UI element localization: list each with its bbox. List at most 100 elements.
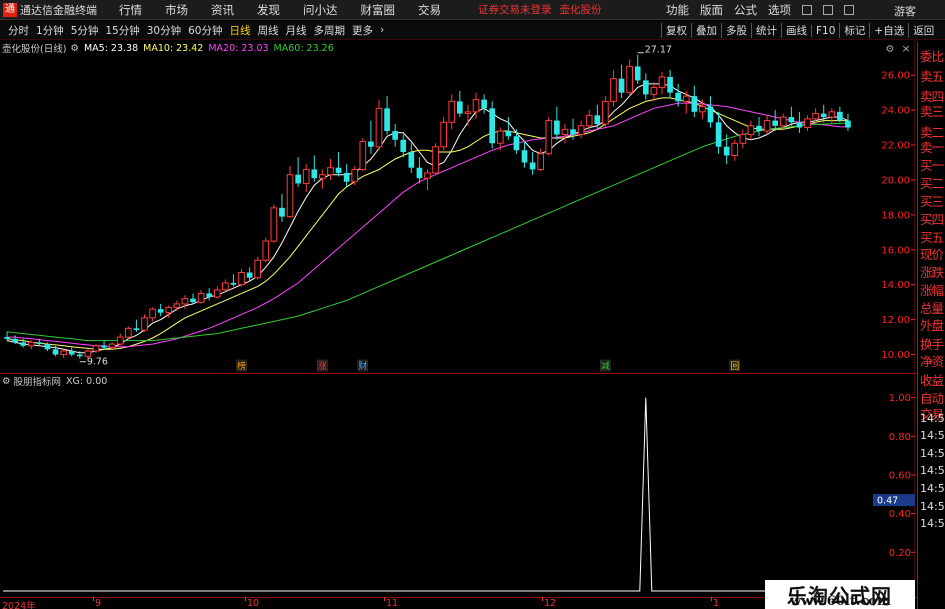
period-tab[interactable]: 1分钟 xyxy=(36,23,64,38)
candlestick[interactable] xyxy=(432,143,439,175)
menu-item-caifuquan[interactable]: 财富圈 xyxy=(361,2,396,18)
candlestick[interactable] xyxy=(642,73,649,100)
candlestick[interactable] xyxy=(699,99,706,119)
indicator-settings-icon[interactable]: ⚙ xyxy=(2,376,11,387)
event-marker[interactable]: 涨 xyxy=(317,359,328,372)
menu-item-hangqing[interactable]: 行情 xyxy=(119,2,142,18)
candlestick[interactable] xyxy=(384,96,390,135)
candlestick[interactable] xyxy=(327,158,334,180)
candlestick[interactable] xyxy=(375,99,383,151)
candlestick[interactable] xyxy=(262,237,270,262)
trade-login-notice[interactable]: 证券交易未登录 xyxy=(478,2,552,17)
candlestick[interactable] xyxy=(311,155,318,182)
period-tab[interactable]: 月线 xyxy=(286,23,307,38)
candlestick[interactable] xyxy=(101,340,107,350)
candlestick[interactable] xyxy=(190,293,196,304)
candlestick[interactable] xyxy=(286,165,294,219)
candlestick[interactable] xyxy=(594,104,601,130)
candlestick[interactable] xyxy=(319,169,326,189)
menu-item-gongshi[interactable]: 公式 xyxy=(734,2,757,18)
candlestick[interactable] xyxy=(440,117,448,151)
indicator-chart[interactable]: 0.20 0.40 0.60 0.80 1.00 0.47 xyxy=(0,374,915,596)
notice-stock-name[interactable]: 壶化股份 xyxy=(560,2,602,17)
candlestick[interactable] xyxy=(157,303,164,317)
close-icon[interactable] xyxy=(844,5,854,15)
candlestick[interactable] xyxy=(747,120,755,140)
candlestick[interactable] xyxy=(124,326,132,339)
candlestick[interactable] xyxy=(92,344,100,353)
tool-button[interactable]: 返回 xyxy=(908,23,938,38)
minimize-icon[interactable] xyxy=(802,5,812,15)
candlestick[interactable] xyxy=(197,289,205,304)
candlestick[interactable] xyxy=(521,141,528,168)
candlestick[interactable] xyxy=(206,288,213,301)
candlestick[interactable] xyxy=(222,279,229,292)
tool-button[interactable]: +自选 xyxy=(869,23,908,38)
chevron-right-icon[interactable]: › xyxy=(380,24,384,36)
candlestick[interactable] xyxy=(279,193,285,222)
candlestick[interactable] xyxy=(788,106,795,126)
candlestick[interactable] xyxy=(392,124,398,147)
candlestick[interactable] xyxy=(537,148,545,172)
candlestick[interactable] xyxy=(343,164,350,187)
period-tab[interactable]: 分时 xyxy=(8,23,29,38)
menu-item-shichang[interactable]: 市场 xyxy=(165,2,188,18)
candlestick[interactable] xyxy=(295,157,301,187)
candlestick[interactable] xyxy=(837,106,843,123)
candlestick[interactable] xyxy=(545,117,553,156)
candlestick[interactable] xyxy=(650,82,658,102)
candlestick[interactable] xyxy=(254,256,262,280)
period-tab[interactable]: 日线 xyxy=(230,23,251,38)
candlestick[interactable] xyxy=(60,349,67,359)
candlestick[interactable] xyxy=(707,96,714,128)
candlestick[interactable] xyxy=(731,139,739,161)
candlestick[interactable] xyxy=(610,69,617,107)
ma-line-ma10[interactable] xyxy=(6,97,848,350)
period-tab[interactable]: 15分钟 xyxy=(105,23,139,38)
settings-icon[interactable]: ⚙ xyxy=(70,43,79,54)
candlestick[interactable] xyxy=(351,165,359,186)
tool-button[interactable]: 画线 xyxy=(781,23,811,38)
candlestick[interactable] xyxy=(27,340,35,350)
menu-item-xuanxiang[interactable]: 选项 xyxy=(768,2,791,18)
panel-settings-icon[interactable]: ⚙ xyxy=(886,44,895,55)
candlestick[interactable] xyxy=(602,96,609,128)
candlestick[interactable] xyxy=(416,157,423,184)
candlestick[interactable] xyxy=(246,267,253,282)
tool-button[interactable]: 叠加 xyxy=(691,23,721,38)
candlestick[interactable] xyxy=(756,117,762,137)
candlestick[interactable] xyxy=(667,69,673,98)
candlestick[interactable] xyxy=(448,94,456,130)
candlestick[interactable] xyxy=(828,108,836,125)
ma-line-ma20[interactable] xyxy=(7,102,849,348)
candlestick[interactable] xyxy=(213,286,221,299)
candlestick[interactable] xyxy=(481,94,487,114)
candlestick[interactable] xyxy=(457,90,463,118)
close-panel-icon[interactable]: × xyxy=(901,42,910,55)
candlestick[interactable] xyxy=(400,134,407,158)
candlestick[interactable] xyxy=(634,54,641,84)
candlestick[interactable] xyxy=(141,314,148,332)
candlestick[interactable] xyxy=(739,129,747,149)
candlestick[interactable] xyxy=(723,134,730,165)
xg-signal-line[interactable] xyxy=(3,397,852,592)
menu-item-wenxiaoda[interactable]: 问小达 xyxy=(303,2,338,18)
period-tab[interactable]: 5分钟 xyxy=(71,23,99,38)
tool-button[interactable]: 统计 xyxy=(751,23,781,38)
candlestick[interactable] xyxy=(658,71,666,95)
candlestick[interactable] xyxy=(618,64,625,98)
period-tab[interactable]: 多周期 xyxy=(314,23,346,38)
tool-button[interactable]: 多股 xyxy=(721,23,751,38)
candlestick[interactable] xyxy=(845,113,851,132)
candlestick[interactable] xyxy=(561,124,569,144)
period-tab[interactable]: 60分钟 xyxy=(188,23,222,38)
candlestick[interactable] xyxy=(804,115,811,132)
event-marker[interactable]: 榜 xyxy=(236,359,247,372)
menu-item-zixun[interactable]: 资讯 xyxy=(211,2,234,18)
candlestick[interactable] xyxy=(335,152,342,177)
guest-login[interactable]: 游客 xyxy=(894,3,916,19)
candlestick[interactable] xyxy=(359,138,367,172)
candlestick[interactable] xyxy=(796,111,803,133)
candlestick[interactable] xyxy=(408,143,415,173)
tool-button[interactable]: 复权 xyxy=(661,23,691,38)
